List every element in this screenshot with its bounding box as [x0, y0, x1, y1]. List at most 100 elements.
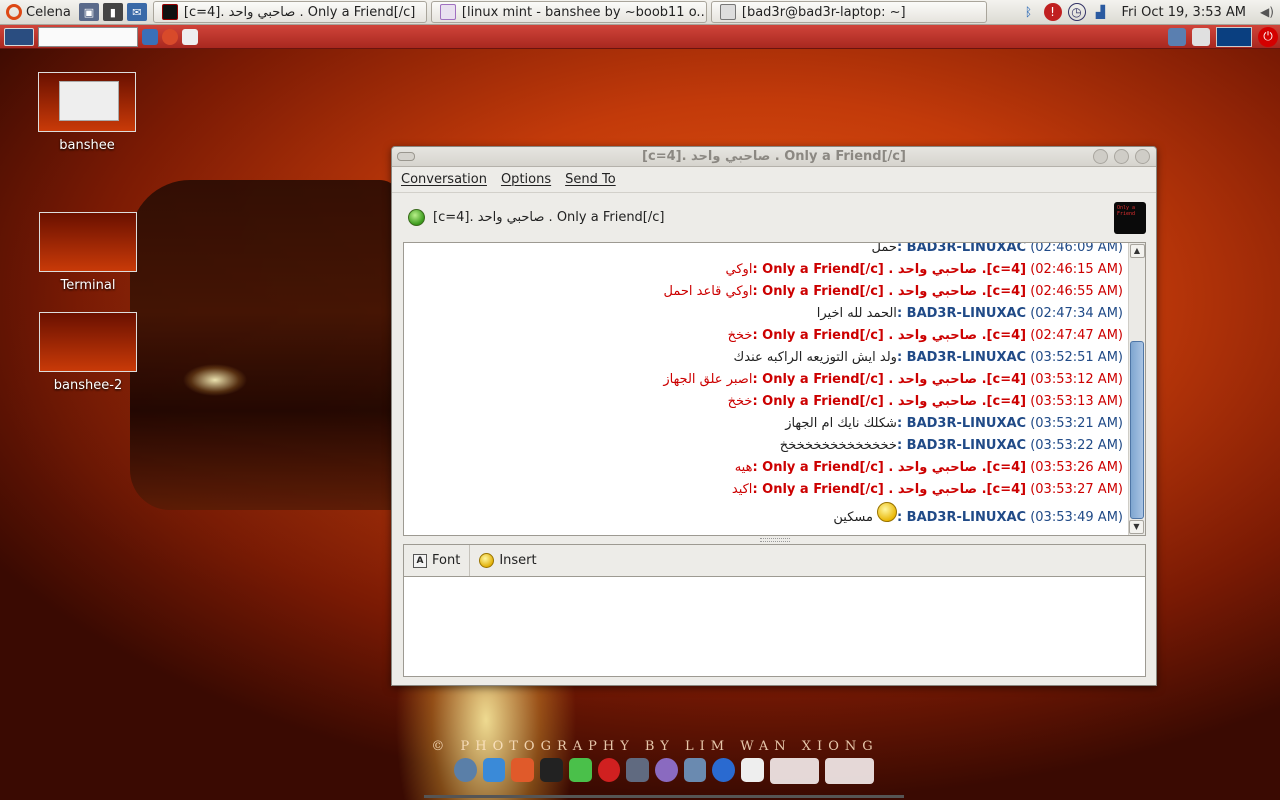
- message-separator: :: [752, 372, 763, 387]
- maximize-button[interactable]: [1114, 149, 1129, 164]
- message-text: اوكي: [725, 262, 753, 277]
- message-separator: :: [896, 438, 907, 453]
- message-separator: :: [752, 394, 763, 409]
- dock-ubuntu-icon[interactable]: [511, 758, 535, 782]
- media-player-launcher-icon[interactable]: [162, 28, 178, 45]
- dock-notes-icon[interactable]: [741, 758, 764, 782]
- message-line: اكيد: Only a Friend[/c] . صاحبي واحد .[c…: [404, 479, 1127, 501]
- volume-icon[interactable]: ◀): [1258, 3, 1276, 21]
- browser-launcher-icon[interactable]: [142, 28, 158, 45]
- power-icon[interactable]: ⏻: [1258, 26, 1278, 47]
- workspace-switcher[interactable]: [38, 26, 138, 47]
- message-text: خخخ: [727, 328, 753, 343]
- message-line: حمل: BAD3R-LINUXAC (02:46:09 AM): [404, 242, 1127, 259]
- message-text: الحمد لله اخيرا: [816, 306, 897, 321]
- file-manager-launcher-icon[interactable]: ▣: [78, 3, 99, 21]
- message-text: خخخخخخخخخخخخخخ: [779, 438, 897, 453]
- dock-window-thumbnail[interactable]: [824, 758, 875, 784]
- menu-options[interactable]: Options: [501, 172, 551, 187]
- message-entry[interactable]: [403, 576, 1146, 677]
- message-text: ولد ايش التوزيعه الراكبه عندك: [733, 350, 897, 365]
- conversation-header: [c=4]. صاحبي واحد . Only a Friend[/c] On…: [392, 193, 1156, 241]
- scroll-up-arrow-icon[interactable]: ▲: [1129, 244, 1145, 258]
- dock-media-icon[interactable]: [597, 758, 621, 782]
- clock-alarm-icon[interactable]: ◷: [1067, 3, 1086, 21]
- dock-trash-icon[interactable]: [626, 758, 649, 782]
- buddy-avatar[interactable]: Only a Friend: [1114, 202, 1146, 234]
- desktop-icon-thumbnail: [38, 72, 136, 132]
- message-separator: :: [896, 306, 907, 321]
- dock-browser-icon[interactable]: [454, 758, 477, 782]
- dock-pidgin-icon[interactable]: [654, 758, 678, 782]
- network-signal-icon[interactable]: ▟: [1092, 3, 1110, 21]
- message-timestamp: (03:53:49 AM): [1030, 510, 1123, 525]
- message-timestamp: (02:47:47 AM): [1030, 328, 1123, 343]
- message-log-scrollbar[interactable]: ▲ ▼: [1128, 243, 1145, 535]
- message-timestamp: (02:46:15 AM): [1030, 262, 1123, 277]
- show-desktop-button[interactable]: [4, 27, 34, 46]
- taskbar-item-label: [linux mint - banshee by ~boob11 o...: [461, 4, 707, 20]
- dock-globe-icon[interactable]: [712, 758, 736, 782]
- message-separator: :: [896, 416, 907, 431]
- font-button[interactable]: A Font: [404, 545, 469, 576]
- menu-send-to[interactable]: Send To: [565, 172, 616, 187]
- bluetooth-icon[interactable]: ᛒ: [1020, 3, 1038, 21]
- message-timestamp: (03:53:26 AM): [1030, 460, 1123, 475]
- message-log[interactable]: حمل: BAD3R-LINUXAC (02:46:09 AM) اوكي: On…: [403, 242, 1146, 536]
- minimize-button[interactable]: [1093, 149, 1108, 164]
- message-sender: BAD3R-LINUXAC: [906, 306, 1027, 321]
- insert-button[interactable]: Insert: [469, 545, 545, 576]
- message-text: اكيد: [731, 482, 753, 497]
- dock-terminal-icon[interactable]: [540, 758, 563, 782]
- message-line: خخخخخخخخخخخخخخ: BAD3R-LINUXAC (03:53:22 …: [404, 435, 1127, 457]
- message-separator: :: [752, 460, 763, 475]
- buddy-name: [c=4]. صاحبي واحد . Only a Friend[/c]: [433, 209, 665, 225]
- taskbar-item-chat[interactable]: [c=4]. صاحبي واحد . Only a Friend[/c]: [152, 1, 427, 23]
- message-sender: BAD3R-LINUXAC: [906, 242, 1027, 255]
- dock: [424, 756, 904, 798]
- wallpaper-car-image: [130, 180, 400, 510]
- mail-launcher-icon[interactable]: ✉: [126, 3, 147, 21]
- message-text: خخخ: [727, 394, 753, 409]
- close-button[interactable]: [1135, 149, 1150, 164]
- message-timestamp: (02:46:09 AM): [1030, 242, 1123, 255]
- font-icon: A: [413, 553, 427, 568]
- dock-window-thumbnail[interactable]: [769, 758, 819, 784]
- pane-resize-grip[interactable]: [760, 538, 790, 542]
- desktop-icon-label: Terminal: [60, 278, 116, 293]
- update-notifier-icon[interactable]: !: [1043, 3, 1062, 21]
- message-sender: BAD3R-LINUXAC: [906, 350, 1027, 365]
- text-editor-launcher-icon[interactable]: [182, 28, 198, 45]
- main-menu-button[interactable]: Celena: [0, 0, 77, 25]
- dock-files-icon[interactable]: [683, 758, 707, 782]
- message-line: الحمد لله اخيرا: BAD3R-LINUXAC (02:47:34…: [404, 303, 1127, 325]
- system-monitor-graph[interactable]: [1216, 26, 1252, 47]
- message-sender: Only a Friend[/c] . صاحبي واحد .[c=4]: [762, 372, 1027, 387]
- menu-conversation[interactable]: Conversation: [401, 172, 487, 187]
- desktop-icon-banshee[interactable]: banshee: [32, 72, 142, 153]
- taskbar-item-browser[interactable]: [linux mint - banshee by ~boob11 o...: [430, 1, 707, 23]
- trash-icon[interactable]: [1168, 27, 1186, 46]
- message-timestamp: (03:53:22 AM): [1030, 438, 1123, 453]
- message-separator: :: [752, 284, 763, 299]
- message-text: اصبر علق الجهاز: [663, 372, 753, 387]
- window-title: [c=4]. صاحبي واحد . Only a Friend[/c]: [642, 149, 906, 164]
- scroll-down-arrow-icon[interactable]: ▼: [1129, 520, 1144, 534]
- notes-icon[interactable]: [1192, 27, 1210, 46]
- clock[interactable]: Fri Oct 19, 3:53 AM: [1122, 5, 1246, 20]
- scrollbar-thumb[interactable]: [1130, 341, 1144, 519]
- desktop-icon-label: banshee-2: [53, 378, 123, 393]
- message-line: شكلك نايك ام الجهاز: BAD3R-LINUXAC (03:5…: [404, 413, 1127, 435]
- window-titlebar[interactable]: [c=4]. صاحبي واحد . Only a Friend[/c]: [392, 147, 1156, 167]
- taskbar-item-terminal[interactable]: [bad3r@bad3r-laptop: ~]: [710, 1, 987, 23]
- message-sender: Only a Friend[/c] . صاحبي واحد .[c=4]: [762, 482, 1027, 497]
- desktop-icon-banshee-2[interactable]: banshee-2: [33, 312, 143, 393]
- system-tray: ᛒ ! ◷ ▟ Fri Oct 19, 3:53 AM ◀): [1020, 3, 1280, 21]
- dock-bluetooth-icon[interactable]: [482, 758, 506, 782]
- terminal-launcher-icon[interactable]: ▮: [102, 3, 123, 21]
- dock-gem-icon[interactable]: [568, 758, 592, 782]
- message-timestamp: (03:53:21 AM): [1030, 416, 1123, 431]
- message-text: هيه: [734, 460, 753, 475]
- desktop-icon-terminal[interactable]: Terminal: [33, 212, 143, 293]
- message-sender: Only a Friend[/c] . صاحبي واحد .[c=4]: [762, 284, 1027, 299]
